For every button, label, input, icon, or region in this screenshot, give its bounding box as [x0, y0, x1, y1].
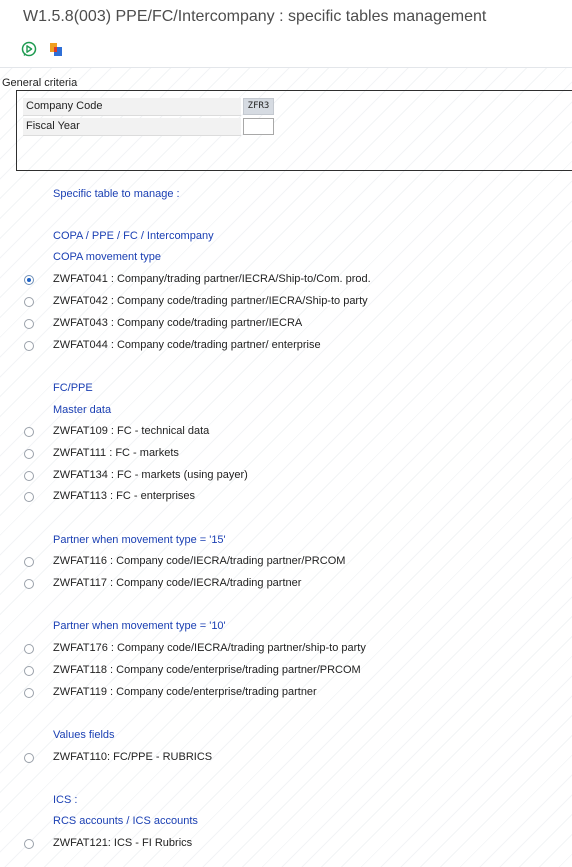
window-title: W1.5.8(003) PPE/FC/Intercompany : specif… — [23, 8, 487, 25]
option-zwfat134[interactable]: ZWFAT134 : FC - markets (using payer) — [24, 469, 554, 485]
fcppe-subtitle: Master data — [53, 404, 112, 416]
option-label: ZWFAT110: FC/PPE - RUBRICS — [53, 751, 213, 763]
option-label: ZWFAT111 : FC - markets — [53, 447, 179, 459]
radio-button[interactable] — [24, 492, 34, 502]
fiscal-year-label: Fiscal Year — [23, 118, 241, 136]
radio-button[interactable] — [24, 753, 34, 763]
option-zwfat176[interactable]: ZWFAT176 : Company code/IECRA/trading pa… — [24, 642, 554, 658]
option-label: ZWFAT042 : Company code/trading partner/… — [53, 295, 368, 307]
option-zwfat043[interactable]: ZWFAT043 : Company code/trading partner/… — [24, 317, 554, 333]
option-label: ZWFAT044 : Company code/trading partner/… — [53, 339, 321, 351]
radio-button[interactable] — [24, 579, 34, 589]
company-code-label: Company Code — [23, 98, 241, 116]
title-bar: W1.5.8(003) PPE/FC/Intercompany : specif… — [0, 0, 572, 33]
radio-button[interactable] — [24, 449, 34, 459]
ics-subtitle: RCS accounts / ICS accounts — [53, 815, 198, 827]
fiscal-year-row: Fiscal Year — [23, 118, 274, 136]
option-zwfat110[interactable]: ZWFAT110: FC/PPE - RUBRICS — [24, 751, 554, 767]
option-label: ZWFAT113 : FC - enterprises — [53, 490, 196, 502]
radio-button[interactable] — [24, 319, 34, 329]
application-toolbar — [0, 33, 572, 68]
option-label: ZWFAT121: ICS - FI Rubrics — [53, 837, 193, 849]
option-zwfat119[interactable]: ZWFAT119 : Company code/enterprise/tradi… — [24, 686, 554, 702]
values-title: Values fields — [53, 729, 115, 741]
copa-subtitle: COPA movement type — [53, 251, 162, 263]
group-border-left — [16, 90, 17, 170]
radio-button[interactable] — [24, 557, 34, 567]
fiscal-year-field[interactable] — [243, 118, 274, 135]
execute-icon[interactable] — [21, 41, 37, 57]
option-zwfat117[interactable]: ZWFAT117 : Company code/IECRA/trading pa… — [24, 577, 554, 593]
radio-button[interactable] — [24, 297, 34, 307]
partner10-title: Partner when movement type = '10' — [53, 620, 226, 632]
radio-button[interactable] — [24, 275, 34, 285]
option-label: ZWFAT176 : Company code/IECRA/trading pa… — [53, 642, 366, 654]
option-label: ZWFAT118 : Company code/enterprise/tradi… — [53, 664, 361, 676]
option-zwfat121[interactable]: ZWFAT121: ICS - FI Rubrics — [24, 837, 554, 853]
radio-button[interactable] — [24, 471, 34, 481]
ics-title: ICS : — [53, 794, 78, 806]
option-label: ZWFAT043 : Company code/trading partner/… — [53, 317, 303, 329]
tables-heading: Specific table to manage : — [53, 188, 180, 200]
radio-button[interactable] — [24, 839, 34, 849]
radio-button[interactable] — [24, 644, 34, 654]
radio-button[interactable] — [24, 341, 34, 351]
option-zwfat042[interactable]: ZWFAT042 : Company code/trading partner/… — [24, 295, 554, 311]
option-label: ZWFAT117 : Company code/IECRA/trading pa… — [53, 577, 302, 589]
copa-title: COPA / PPE / FC / Intercompany — [53, 230, 214, 242]
group-border-bottom — [16, 170, 572, 171]
option-zwfat109[interactable]: ZWFAT109 : FC - technical data — [24, 425, 554, 441]
option-label: ZWFAT109 : FC - technical data — [53, 425, 210, 437]
company-code-field[interactable]: ZFR3 — [243, 98, 274, 115]
get-variant-icon[interactable] — [48, 41, 64, 57]
option-zwfat113[interactable]: ZWFAT113 : FC - enterprises — [24, 490, 554, 506]
general-criteria-title: General criteria — [2, 77, 78, 89]
radio-button[interactable] — [24, 666, 34, 676]
option-label: ZWFAT116 : Company code/IECRA/trading pa… — [53, 555, 346, 567]
option-label: ZWFAT134 : FC - markets (using payer) — [53, 469, 248, 481]
option-label: ZWFAT041 : Company/trading partner/IECRA… — [53, 273, 371, 285]
option-zwfat118[interactable]: ZWFAT118 : Company code/enterprise/tradi… — [24, 664, 554, 680]
option-zwfat116[interactable]: ZWFAT116 : Company code/IECRA/trading pa… — [24, 555, 554, 571]
option-zwfat111[interactable]: ZWFAT111 : FC - markets — [24, 447, 554, 463]
general-criteria-header: General criteria — [0, 77, 572, 91]
partner15-title: Partner when movement type = '15' — [53, 534, 226, 546]
radio-button[interactable] — [24, 688, 34, 698]
fcppe-title: FC/PPE — [53, 382, 93, 394]
option-zwfat041[interactable]: ZWFAT041 : Company/trading partner/IECRA… — [24, 273, 554, 289]
company-code-row: Company Code ZFR3 — [23, 98, 274, 116]
option-zwfat044[interactable]: ZWFAT044 : Company code/trading partner/… — [24, 339, 554, 355]
radio-button[interactable] — [24, 427, 34, 437]
option-label: ZWFAT119 : Company code/enterprise/tradi… — [53, 686, 317, 698]
group-border-top — [16, 90, 572, 91]
